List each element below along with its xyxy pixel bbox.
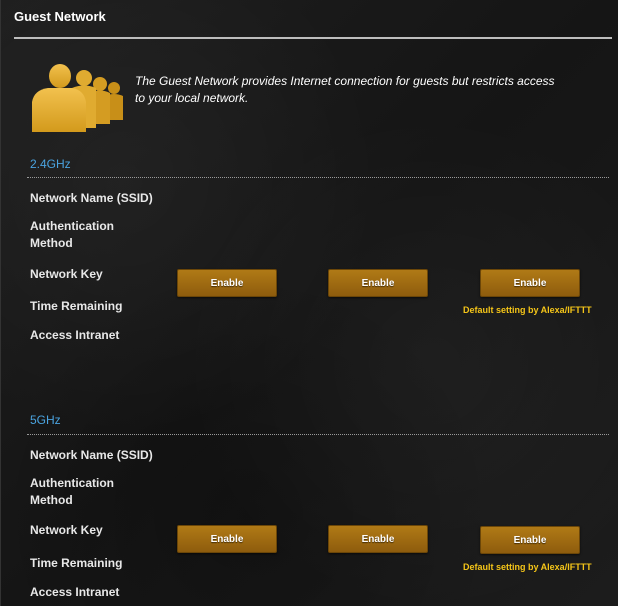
label-access-intranet: Access Intranet <box>30 328 120 342</box>
enable-button-2.4ghz-3[interactable]: Enable <box>480 269 580 297</box>
label-network-name: Network Name (SSID) <box>30 448 153 462</box>
guest-network-description: The Guest Network provides Internet conn… <box>135 74 555 105</box>
guest-users-icon <box>32 64 123 132</box>
alexa-ifttt-note: Default setting by Alexa/IFTTT <box>463 562 592 572</box>
label-time-remaining: Time Remaining <box>30 556 123 570</box>
label-network-name: Network Name (SSID) <box>30 191 153 205</box>
page-title: Guest Network <box>14 9 106 24</box>
enable-button-5ghz-3[interactable]: Enable <box>480 526 580 554</box>
band-divider <box>27 434 609 435</box>
enable-button-2.4ghz-2[interactable]: Enable <box>328 269 428 297</box>
band-divider <box>27 177 609 178</box>
title-divider <box>14 37 612 39</box>
label-time-remaining: Time Remaining <box>30 299 123 313</box>
enable-button-5ghz-2[interactable]: Enable <box>328 525 428 553</box>
enable-button-5ghz-1[interactable]: Enable <box>177 525 277 553</box>
alexa-ifttt-note: Default setting by Alexa/IFTTT <box>463 305 592 315</box>
band-title-2.4ghz: 2.4GHz <box>30 157 71 171</box>
enable-button-2.4ghz-1[interactable]: Enable <box>177 269 277 297</box>
band-title-5ghz: 5GHz <box>30 413 61 427</box>
label-authentication-method: Authentication Method <box>30 476 114 507</box>
label-network-key: Network Key <box>30 523 103 537</box>
label-access-intranet: Access Intranet <box>30 585 120 599</box>
label-network-key: Network Key <box>30 267 103 281</box>
label-authentication-method: Authentication Method <box>30 219 114 250</box>
